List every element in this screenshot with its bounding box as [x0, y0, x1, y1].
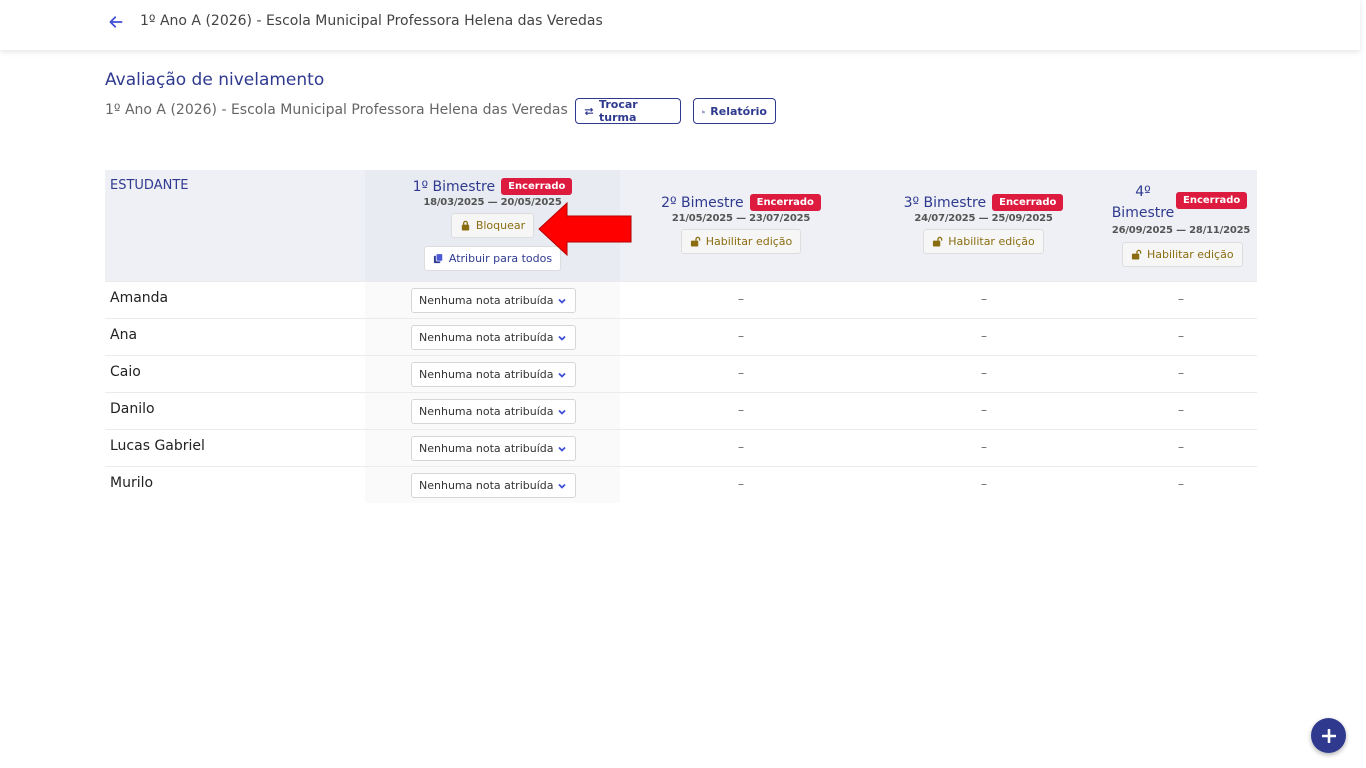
switch-class-label: Trocar turma	[599, 98, 638, 124]
period-dates: 26/09/2025 — 28/11/2025	[1111, 225, 1251, 236]
swap-icon	[584, 107, 594, 115]
grade-select[interactable]: Nenhuma nota atribuída	[411, 325, 576, 350]
back-arrow-icon[interactable]	[106, 12, 126, 32]
plus-icon	[1321, 728, 1336, 743]
grade-select[interactable]: Nenhuma nota atribuída	[411, 436, 576, 461]
grade-select-value: Nenhuma nota atribuída	[419, 294, 554, 307]
empty-grade: –	[1178, 440, 1184, 454]
report-label: Relatório	[710, 104, 767, 118]
table-row: Danilo Nenhuma nota atribuída – – –	[105, 392, 1257, 429]
unlock-icon	[690, 236, 700, 247]
empty-grade: –	[738, 366, 744, 380]
empty-grade: –	[738, 477, 744, 491]
status-badge: Encerrado	[992, 194, 1064, 211]
chevron-down-icon	[558, 483, 566, 489]
empty-grade: –	[981, 403, 987, 417]
enable-edit-button[interactable]: Habilitar edição	[923, 229, 1044, 254]
breadcrumb: 1º Ano A (2026) - Escola Municipal Profe…	[140, 13, 603, 29]
enable-edit-label: Habilitar edição	[948, 235, 1035, 248]
lock-icon	[461, 220, 469, 231]
empty-grade: –	[738, 292, 744, 306]
grade-select-value: Nenhuma nota atribuída	[419, 479, 554, 492]
lock-button[interactable]: Bloquear	[450, 213, 535, 238]
grade-select-value: Nenhuma nota atribuída	[419, 405, 554, 418]
student-name: Danilo	[110, 401, 155, 417]
grade-select[interactable]: Nenhuma nota atribuída	[411, 473, 576, 498]
grade-select-value: Nenhuma nota atribuída	[419, 331, 554, 344]
empty-grade: –	[1178, 477, 1184, 491]
page-title: Avaliação de nivelamento	[105, 70, 325, 90]
enable-edit-button[interactable]: Habilitar edição	[1122, 242, 1243, 267]
grade-select[interactable]: Nenhuma nota atribuída	[411, 399, 576, 424]
enable-edit-label: Habilitar edição	[705, 235, 793, 248]
student-column-header: ESTUDANTE	[110, 178, 189, 193]
empty-grade: –	[981, 440, 987, 454]
student-name: Murilo	[110, 475, 154, 491]
copy-icon	[433, 253, 443, 264]
empty-grade: –	[1178, 403, 1184, 417]
grade-select-value: Nenhuma nota atribuída	[419, 368, 554, 381]
empty-grade: –	[981, 366, 987, 380]
empty-grade: –	[738, 440, 744, 454]
empty-grade: –	[981, 329, 987, 343]
table-row: Amanda Nenhuma nota atribuída – – –	[105, 281, 1257, 318]
enable-edit-label: Habilitar edição	[1147, 248, 1234, 261]
empty-grade: –	[738, 403, 744, 417]
period-header-3: 3º Bimestre Encerrado 24/07/2025 — 25/09/…	[862, 192, 1105, 254]
table-header: ESTUDANTE 1º Bimestre Encerrado 18/03/202…	[105, 170, 1257, 281]
period-title-line1: 4º	[1135, 184, 1151, 200]
chevron-down-icon	[558, 409, 566, 415]
empty-grade: –	[738, 329, 744, 343]
empty-grade: –	[981, 292, 987, 306]
switch-class-button[interactable]: Trocar turma	[575, 98, 681, 124]
student-name: Ana	[110, 327, 138, 343]
period-dates: 24/07/2025 — 25/09/2025	[914, 213, 1053, 224]
chevron-down-icon	[558, 372, 566, 378]
chevron-down-icon	[558, 298, 566, 304]
table-row: Caio Nenhuma nota atribuída – – –	[105, 355, 1257, 392]
table-body: Amanda Nenhuma nota atribuída – – – Ana Nenhum…	[105, 281, 1257, 503]
chevron-down-icon	[558, 335, 566, 341]
student-name: Lucas Gabriel	[110, 438, 205, 454]
class-subtitle: 1º Ano A (2026) - Escola Municipal Profe…	[105, 102, 568, 118]
unlock-icon	[933, 236, 943, 247]
period-header-2: 2º Bimestre Encerrado 21/05/2025 — 23/07/…	[620, 192, 862, 254]
status-badge: Encerrado	[749, 194, 821, 211]
student-name: Caio	[110, 364, 141, 380]
grade-select[interactable]: Nenhuma nota atribuída	[411, 288, 576, 313]
empty-grade: –	[981, 477, 987, 491]
table-row: Lucas Gabriel Nenhuma nota atribuída – – –	[105, 429, 1257, 466]
period-title: 2º Bimestre	[661, 195, 744, 211]
period-title: 3º Bimestre	[903, 195, 987, 211]
empty-grade: –	[1178, 292, 1184, 306]
status-badge: Encerrado	[1176, 192, 1248, 209]
student-name: Amanda	[110, 290, 169, 306]
empty-grade: –	[1178, 366, 1184, 380]
red-arrow-icon	[538, 201, 632, 257]
enable-edit-button[interactable]: Habilitar edição	[680, 229, 802, 254]
period-title: 1º Bimestre	[412, 179, 496, 195]
table-row: Murilo Nenhuma nota atribuída – – –	[105, 466, 1257, 503]
assessment-table: ESTUDANTE 1º Bimestre Encerrado 18/03/202…	[105, 170, 1257, 503]
chevron-down-icon	[558, 446, 566, 452]
report-button[interactable]: Relatório	[693, 98, 776, 124]
grade-select-value: Nenhuma nota atribuída	[419, 442, 554, 455]
status-badge: Encerrado	[501, 178, 573, 195]
period-dates: 21/05/2025 — 23/07/2025	[671, 213, 811, 224]
add-fab-button[interactable]	[1311, 718, 1346, 753]
unlock-icon	[1131, 249, 1142, 260]
table-row: Ana Nenhuma nota atribuída – – –	[105, 318, 1257, 355]
empty-grade: –	[1178, 329, 1184, 343]
bar-chart-icon	[702, 109, 706, 113]
top-bar: 1º Ano A (2026) - Escola Municipal Profe…	[0, 0, 1360, 50]
period-title-line2: Bimestre	[1111, 205, 1175, 221]
lock-button-label: Bloquear	[475, 219, 526, 232]
grade-select[interactable]: Nenhuma nota atribuída	[411, 362, 576, 387]
